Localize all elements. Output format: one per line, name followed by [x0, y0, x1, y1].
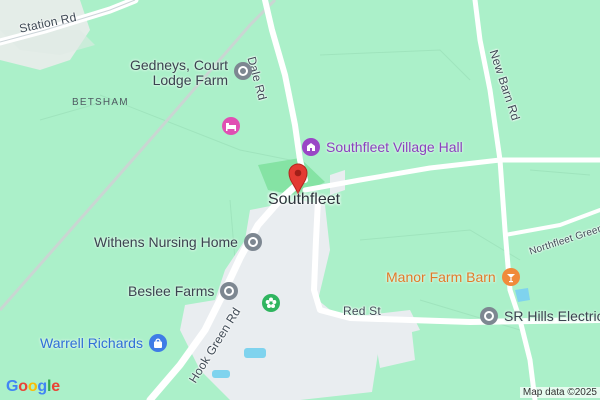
poi-gedneys-line1: Gedneys, Court: [130, 57, 229, 73]
shopping-bag-icon: [148, 334, 167, 352]
poi-warrell-richards-label: Warrell Richards: [40, 335, 143, 351]
poi-manor-farm-barn[interactable]: Manor Farm Barn: [386, 268, 520, 286]
village-hall-icon: [302, 138, 320, 156]
cocktail-bar-icon: [501, 268, 520, 286]
info-pin-icon: [243, 233, 262, 251]
hotel-bed-icon[interactable]: [222, 117, 240, 135]
google-logo: Google: [6, 378, 60, 395]
poi-sr-hills-electric[interactable]: SR Hills Electric: [480, 307, 600, 325]
map-attribution: Map data ©2025: [519, 387, 600, 398]
poi-sr-hills-label: SR Hills Electric: [504, 308, 600, 324]
poi-southfleet-village-hall[interactable]: Southfleet Village Hall: [302, 138, 463, 156]
poi-southfleet-village-hall-label: Southfleet Village Hall: [326, 139, 463, 155]
map-canvas[interactable]: BETSHAM Station Rd Dale Rd New Barn Rd N…: [0, 0, 600, 400]
poi-warrell-richards[interactable]: Warrell Richards: [40, 334, 167, 352]
poi-withens-label: Withens Nursing Home: [94, 234, 238, 250]
poi-gedneys-line2: Lodge Farm: [152, 72, 229, 88]
flower-garden-icon[interactable]: [262, 294, 280, 312]
info-pin-icon: [480, 307, 498, 325]
poi-manor-farm-barn-label: Manor Farm Barn: [386, 269, 496, 285]
town-label-southfleet: Southfleet: [268, 191, 341, 208]
area-label-betsham: BETSHAM: [72, 97, 129, 108]
poi-beslee-farms[interactable]: Beslee Farms: [128, 282, 239, 300]
poi-gedneys-court-lodge-farm[interactable]: Gedneys, Court Lodge Farm: [130, 57, 253, 88]
poi-withens-nursing-home[interactable]: Withens Nursing Home: [94, 233, 262, 251]
info-pin-icon: [234, 62, 253, 80]
poi-beslee-label: Beslee Farms: [128, 283, 215, 299]
info-pin-icon: [220, 282, 239, 300]
road-label-red-st: Red St: [343, 304, 381, 318]
